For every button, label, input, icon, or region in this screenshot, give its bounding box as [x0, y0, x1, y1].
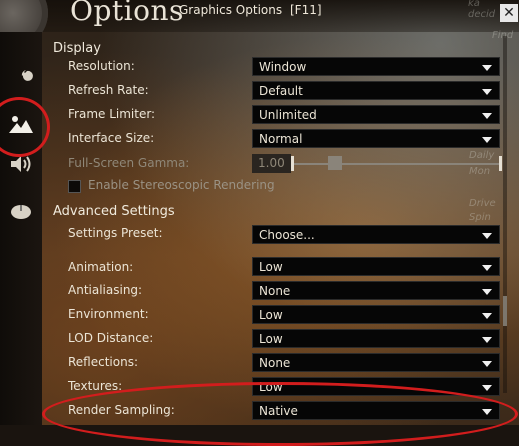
- resolution-dropdown[interactable]: Window: [252, 57, 500, 76]
- interface-size-label: Interface Size:: [68, 131, 155, 145]
- chevron-down-icon: [482, 337, 492, 343]
- reflections-dropdown[interactable]: None: [252, 353, 500, 372]
- environment-value: Low: [259, 308, 283, 322]
- hotkey-label: [F11]: [290, 3, 322, 17]
- chevron-down-icon: [482, 113, 492, 119]
- stereoscopic-label: Enable Stereoscopic Rendering: [88, 178, 275, 192]
- display-heading: Display: [53, 41, 101, 56]
- animation-label: Animation:: [68, 260, 134, 274]
- background-text-2: decid: [468, 9, 496, 20]
- gamma-label: Full-Screen Gamma:: [68, 156, 190, 170]
- interface-size-dropdown[interactable]: Normal: [252, 129, 500, 148]
- antialiasing-label: Antialiasing:: [68, 283, 143, 297]
- gamma-slider-track: [294, 163, 500, 165]
- lod-distance-value: Low: [259, 332, 283, 346]
- frame-limiter-label: Frame Limiter:: [68, 107, 156, 121]
- interface-size-value: Normal: [259, 132, 303, 146]
- antialiasing-dropdown[interactable]: None: [252, 281, 500, 300]
- reflections-label: Reflections:: [68, 355, 139, 369]
- frame-limiter-value: Unlimited: [259, 108, 317, 122]
- chevron-down-icon: [482, 313, 492, 319]
- scrollbar-track[interactable]: [503, 36, 507, 393]
- resolution-value: Window: [259, 60, 307, 74]
- chevron-down-icon: [482, 385, 492, 391]
- gamma-slider-end: [499, 156, 502, 171]
- scrollbar-thumb[interactable]: [503, 296, 507, 326]
- settings-preset-value: Choose...: [259, 228, 315, 242]
- animation-value: Low: [259, 260, 283, 274]
- render-sampling-highlight: [42, 382, 518, 446]
- lod-distance-label: LOD Distance:: [68, 331, 154, 345]
- frame-limiter-dropdown[interactable]: Unlimited: [252, 105, 500, 124]
- page-subtitle: Graphics Options: [179, 3, 283, 17]
- refresh-rate-label: Refresh Rate:: [68, 83, 149, 97]
- options-panel: Display Resolution: Window Refresh Rate:…: [42, 32, 512, 425]
- resolution-label: Resolution:: [68, 59, 135, 73]
- environment-dropdown[interactable]: Low: [252, 305, 500, 324]
- animation-dropdown[interactable]: Low: [252, 257, 500, 276]
- stereoscopic-checkbox[interactable]: [68, 180, 81, 193]
- gamma-slider-start: [291, 156, 294, 171]
- sidebar: [0, 32, 42, 425]
- advanced-settings-heading: Advanced Settings: [53, 204, 175, 219]
- refresh-rate-dropdown[interactable]: Default: [252, 81, 500, 100]
- chevron-down-icon: [482, 89, 492, 95]
- mouse-icon[interactable]: [8, 200, 34, 224]
- chevron-down-icon: [482, 265, 492, 271]
- chevron-down-icon: [482, 289, 492, 295]
- environment-label: Environment:: [68, 307, 149, 321]
- background-text-1: ka: [468, 0, 480, 9]
- antialiasing-value: None: [259, 284, 291, 298]
- window-title: Options: [70, 0, 184, 27]
- refresh-rate-value: Default: [259, 84, 303, 98]
- chevron-down-icon: [482, 137, 492, 143]
- gamma-slider-thumb[interactable]: [328, 156, 343, 170]
- reflections-value: None: [259, 356, 291, 370]
- chevron-down-icon: [482, 65, 492, 71]
- close-button[interactable]: ✕: [500, 4, 518, 22]
- chevron-down-icon: [482, 233, 492, 239]
- wrench-icon[interactable]: [8, 65, 34, 89]
- gamma-value-box: 1.00: [252, 154, 291, 173]
- settings-preset-label: Settings Preset:: [68, 226, 163, 240]
- lod-distance-dropdown[interactable]: Low: [252, 329, 500, 348]
- settings-preset-dropdown[interactable]: Choose...: [252, 225, 500, 244]
- chevron-down-icon: [482, 361, 492, 367]
